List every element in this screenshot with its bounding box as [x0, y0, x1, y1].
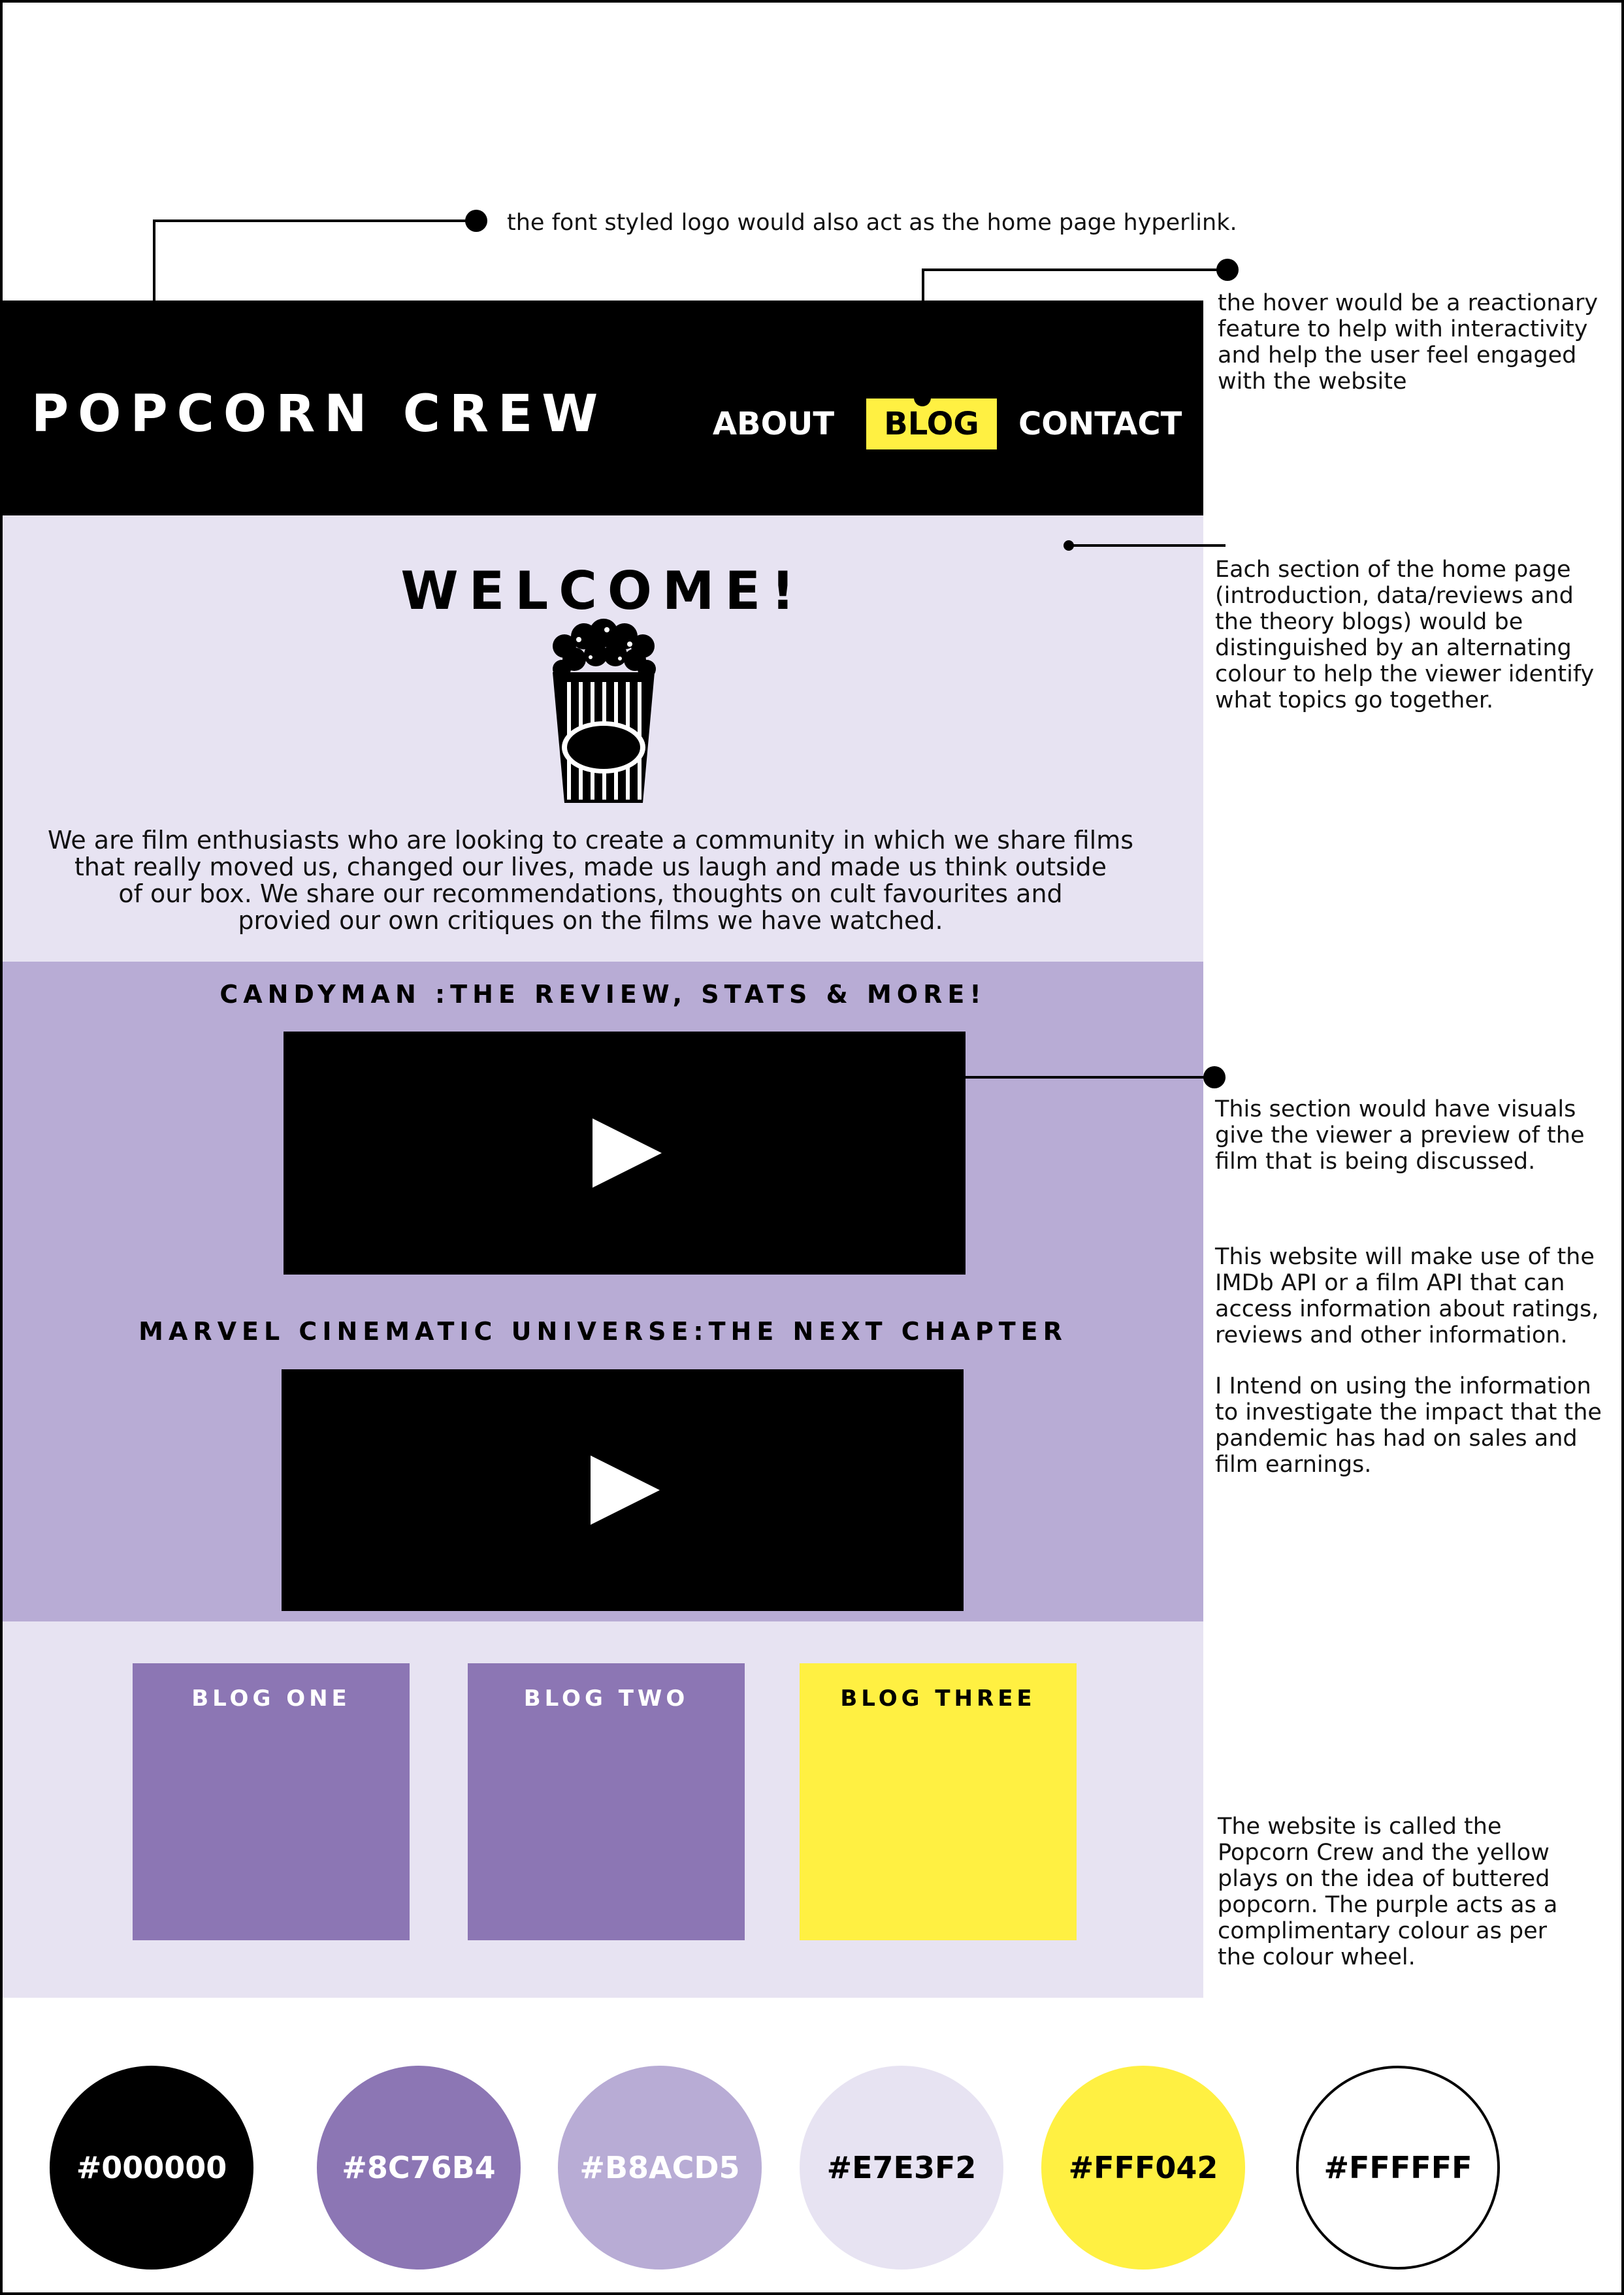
- annotation-line: plays on the idea of buttered: [1218, 1866, 1550, 1892]
- swatch-hex-label: #E7E3F2: [826, 2150, 977, 2185]
- sections-annotation: Each section of the home page (introduct…: [1215, 557, 1594, 713]
- annotation-line: to investigate the impact that the: [1215, 1399, 1602, 1425]
- nav-contact[interactable]: CONTACT: [1018, 399, 1182, 449]
- play-icon[interactable]: [593, 1118, 662, 1188]
- annotation-line: the hover would be a reactionary: [1218, 290, 1599, 316]
- annotation-line: feature to help with interactivity: [1218, 316, 1588, 342]
- logo-connector-horizontal: [153, 220, 479, 222]
- blog-card-three[interactable]: BLOG THREE: [800, 1663, 1077, 1940]
- logo-connector-dot: [465, 210, 487, 232]
- video-player-marvel[interactable]: [282, 1369, 964, 1611]
- annotation-line: This website will make use of the: [1215, 1244, 1595, 1270]
- video-title-candyman: CANDYMAN :THE REVIEW, STATS & MORE!: [219, 980, 986, 1009]
- swatch-light-purple: #B8ACD5: [558, 2066, 762, 2270]
- play-icon[interactable]: [591, 1456, 660, 1525]
- popcorn-icon: [553, 619, 656, 803]
- annotation-line: IMDb API or a film API that can: [1215, 1270, 1565, 1296]
- site-logo[interactable]: POPCORN CREW: [31, 382, 607, 447]
- visuals-connector-line: [966, 1076, 1220, 1079]
- annotation-line: what topics go together.: [1215, 687, 1494, 713]
- blog-card-two[interactable]: BLOG TWO: [468, 1663, 745, 1940]
- swatch-hex-label: #8C76B4: [342, 2150, 496, 2185]
- annotation-line: colour to help the viewer identify: [1215, 661, 1595, 687]
- video-player-candyman[interactable]: [284, 1032, 966, 1275]
- annotation-line: The website is called the: [1218, 1814, 1502, 1840]
- nav-blog-hover[interactable]: BLOG: [866, 399, 997, 449]
- hover-connector-horizontal: [922, 269, 1229, 271]
- logo-connector-vertical: [153, 220, 155, 301]
- annotation-line: (introduction, data/reviews and: [1215, 583, 1574, 609]
- swatch-lavender: #E7E3F2: [800, 2066, 1003, 2270]
- annotation-line: Popcorn Crew and the yellow: [1218, 1840, 1550, 1866]
- pandemic-annotation: I Intend on using the information to inv…: [1215, 1373, 1602, 1478]
- annotation-line: reviews and other information.: [1215, 1322, 1568, 1348]
- swatch-yellow: #FFF042: [1041, 2066, 1245, 2270]
- swatch-dark-purple: #8C76B4: [317, 2066, 521, 2270]
- annotation-line: with the website: [1218, 368, 1407, 395]
- video-title-marvel: MARVEL CINEMATIC UNIVERSE:THE NEXT CHAPT…: [138, 1317, 1067, 1346]
- blog-card-label: BLOG THREE: [840, 1685, 1036, 1712]
- nav-about[interactable]: ABOUT: [708, 399, 839, 449]
- annotation-line: give the viewer a preview of the: [1215, 1122, 1585, 1148]
- logo-annotation: the font styled logo would also act as t…: [507, 210, 1237, 236]
- annotation-line: complimentary colour as per: [1218, 1918, 1548, 1944]
- api-annotation: This website will make use of the IMDb A…: [1215, 1244, 1599, 1348]
- annotation-line: distinguished by an alternating: [1215, 635, 1572, 661]
- hover-connector-dot: [1216, 259, 1239, 281]
- annotation-line: popcorn. The purple acts as a: [1218, 1892, 1558, 1918]
- blog-card-one[interactable]: BLOG ONE: [133, 1663, 410, 1940]
- blog-hover-marker-dot: [914, 389, 931, 406]
- annotation-line: the theory blogs) would be: [1215, 609, 1523, 635]
- blog-card-label: BLOG TWO: [523, 1685, 689, 1712]
- annotation-line: pandemic has had on sales and: [1215, 1425, 1578, 1452]
- annotation-line: I Intend on using the information: [1215, 1373, 1591, 1399]
- sections-connector-line: [1069, 544, 1226, 547]
- visuals-connector-dot: [1203, 1066, 1226, 1088]
- swatch-hex-label: #FFFFFF: [1324, 2150, 1472, 2185]
- visuals-annotation: This section would have visuals give the…: [1215, 1096, 1585, 1175]
- hover-annotation: the hover would be a reactionary feature…: [1218, 290, 1598, 395]
- swatch-hex-label: #FFF042: [1068, 2150, 1218, 2185]
- annotation-line: the colour wheel.: [1218, 1944, 1416, 1970]
- annotation-line: Each section of the home page: [1215, 557, 1571, 583]
- hover-connector-vertical: [922, 269, 924, 302]
- annotation-line: This section would have visuals: [1215, 1096, 1576, 1122]
- annotation-line: film earnings.: [1215, 1452, 1372, 1478]
- annotation-line: film that is being discussed.: [1215, 1148, 1536, 1175]
- blog-card-label: BLOG ONE: [191, 1685, 351, 1712]
- annotation-line: access information about ratings,: [1215, 1296, 1599, 1322]
- colour-annotation: The website is called the Popcorn Crew a…: [1218, 1814, 1557, 1970]
- swatch-black: #000000: [50, 2066, 253, 2270]
- swatch-hex-label: #000000: [76, 2150, 227, 2185]
- intro-paragraph: We are film enthusiasts who are looking …: [47, 826, 1134, 935]
- swatch-hex-label: #B8ACD5: [579, 2150, 740, 2185]
- annotation-line: and help the user feel engaged: [1218, 342, 1577, 368]
- swatch-white: #FFFFFF: [1296, 2066, 1500, 2270]
- wireframe-page: the font styled logo would also act as t…: [0, 0, 1624, 2295]
